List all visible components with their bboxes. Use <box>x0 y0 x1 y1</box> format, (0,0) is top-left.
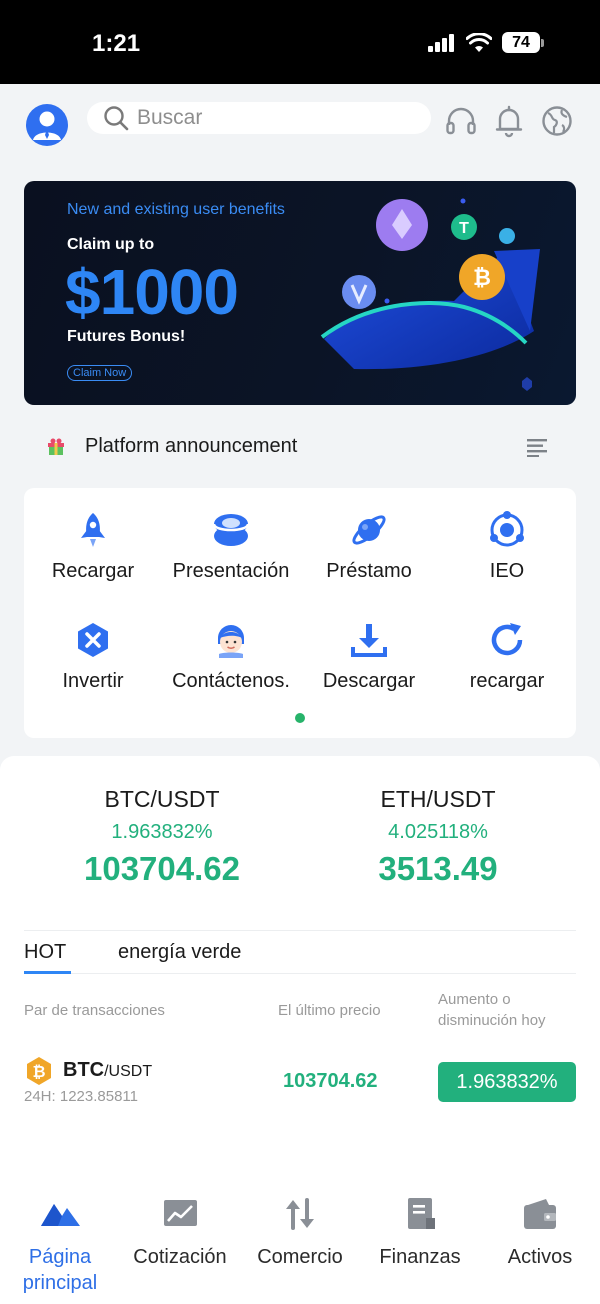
ticker-eth[interactable]: ETH/USDT 4.025118% 3513.49 <box>288 786 588 888</box>
banner-amount: $1000 <box>65 256 239 328</box>
tab-finanzas[interactable]: Finanzas <box>360 1196 480 1270</box>
quick-item-ieo[interactable]: IEO <box>438 510 576 610</box>
tab-label: Página principal <box>22 1246 98 1294</box>
bitcoin-icon: ₿ <box>27 1057 51 1085</box>
quick-item-recargar[interactable]: Recargar <box>24 510 162 610</box>
active-tab-indicator <box>24 971 71 974</box>
column-header-change: Aumento o disminución hoy <box>438 991 546 1029</box>
pair-last-price: 103704.62 <box>283 1070 378 1092</box>
market-section: BTC/USDT 1.963832% 103704.62 ETH/USDT 4.… <box>0 756 600 1176</box>
promo-banner[interactable]: New and existing user benefits Claim up … <box>24 181 576 405</box>
column-header-price: El último precio <box>278 1002 381 1019</box>
tab-label: Comercio <box>257 1246 343 1268</box>
pair-quote: /USDT <box>104 1063 153 1080</box>
download-icon <box>351 624 387 657</box>
quick-item-label: Descargar <box>322 670 416 692</box>
tab-label: Cotización <box>133 1246 227 1268</box>
quick-item-prestamo[interactable]: Préstamo <box>300 510 438 610</box>
wifi-icon <box>466 32 492 52</box>
status-time: 1:21 <box>92 30 141 57</box>
status-bar: 1:21 74 <box>0 0 600 84</box>
document-icon <box>408 1198 435 1229</box>
svg-text:T: T <box>459 220 469 237</box>
pair-base: BTC <box>63 1059 105 1081</box>
planet-icon <box>352 515 386 545</box>
search-input[interactable] <box>137 106 397 130</box>
list-menu-icon[interactable] <box>527 437 549 457</box>
crypto-illustration: T ₿ <box>320 198 540 391</box>
status-icons: 74 <box>428 32 544 53</box>
quick-menu: Recargar Presentación Préstamo IEO Inver… <box>24 488 576 738</box>
tab-pagina-principal[interactable]: Página principal <box>0 1196 120 1296</box>
ticker-change: 1.963832% <box>111 821 213 843</box>
quick-item-label: IEO <box>489 560 525 582</box>
change-badge[interactable]: 1.963832% <box>438 1062 576 1102</box>
quick-item-recargar-refresh[interactable]: recargar <box>438 620 576 720</box>
tab-hot[interactable]: HOT <box>24 941 66 964</box>
column-header-pair: Par de transacciones <box>24 1002 165 1019</box>
ticker-price: 3513.49 <box>378 850 498 887</box>
quick-item-presentacion[interactable]: Presentación <box>162 510 300 610</box>
battery-level: 74 <box>502 32 540 53</box>
bottom-tab-bar: Página principal Cotización Comercio Fin… <box>0 1176 600 1304</box>
wallet-icon <box>524 1199 556 1229</box>
quick-item-label: Préstamo <box>326 560 412 582</box>
banner-subtitle: New and existing user benefits <box>67 201 285 218</box>
banner-claim-text: Claim up to <box>67 236 155 253</box>
ticker-pair: BTC/USDT <box>104 786 220 812</box>
support-agent-icon <box>218 625 244 658</box>
quick-item-label: Invertir <box>62 670 124 692</box>
top-header <box>0 84 600 164</box>
pair-symbol: BTC/USDT <box>63 1059 152 1082</box>
bell-icon[interactable] <box>492 104 526 138</box>
search-icon <box>104 106 129 131</box>
pair-volume-24h: 24H: 1223.85811 <box>24 1088 138 1105</box>
tab-label: Finanzas <box>379 1246 461 1268</box>
quick-item-contactenos[interactable]: Contáctenos. <box>162 620 300 720</box>
tab-energia-verde[interactable]: energía verde <box>118 941 241 964</box>
quick-item-label: Contáctenos. <box>172 670 290 692</box>
gift-icon <box>48 438 64 455</box>
banner-bonus-text: Futures Bonus! <box>67 328 186 345</box>
ticker-pair: ETH/USDT <box>380 786 496 812</box>
tab-activos[interactable]: Activos <box>480 1196 600 1270</box>
layers-icon <box>212 514 250 546</box>
avatar[interactable] <box>26 104 68 146</box>
tab-label: Activos <box>507 1246 573 1268</box>
ticker-btc[interactable]: BTC/USDT 1.963832% 103704.62 <box>12 786 312 888</box>
rocket-icon <box>81 513 105 547</box>
battery: 74 <box>502 32 544 53</box>
chart-icon <box>164 1200 197 1226</box>
claim-now-button[interactable]: Claim Now <box>67 365 133 381</box>
quick-item-label: Presentación <box>172 560 290 582</box>
globe-icon[interactable] <box>540 104 574 138</box>
svg-text:₿: ₿ <box>473 265 491 290</box>
signal-icon <box>428 33 454 52</box>
svg-text:₿: ₿ <box>32 1063 45 1081</box>
user-icon <box>33 111 61 140</box>
atom-icon <box>490 511 524 547</box>
refresh-icon <box>491 623 523 656</box>
tab-comercio[interactable]: Comercio <box>240 1196 360 1270</box>
quick-item-label: Recargar <box>51 560 135 582</box>
transfer-arrows-icon <box>286 1198 314 1230</box>
home-mountain-icon <box>41 1204 80 1226</box>
table-row[interactable]: ₿ BTC/USDT 24H: 1223.85811 103704.62 1.9… <box>24 1056 576 1112</box>
headset-icon[interactable] <box>444 104 478 138</box>
quick-item-label: recargar <box>469 670 545 692</box>
quick-item-invertir[interactable]: Invertir <box>24 620 162 720</box>
invest-icon <box>78 623 108 657</box>
quick-item-descargar[interactable]: Descargar <box>300 620 438 720</box>
tab-cotizacion[interactable]: Cotización <box>120 1196 240 1270</box>
ticker-price: 103704.62 <box>84 850 240 887</box>
announcement-label: Platform announcement <box>85 435 298 457</box>
page-indicator-dot <box>295 713 305 723</box>
announcement-bar[interactable]: Platform announcement <box>0 425 600 469</box>
ticker-change: 4.025118% <box>388 821 488 843</box>
market-tabs: HOT energía verde <box>24 930 576 974</box>
search-bar[interactable] <box>87 102 431 134</box>
